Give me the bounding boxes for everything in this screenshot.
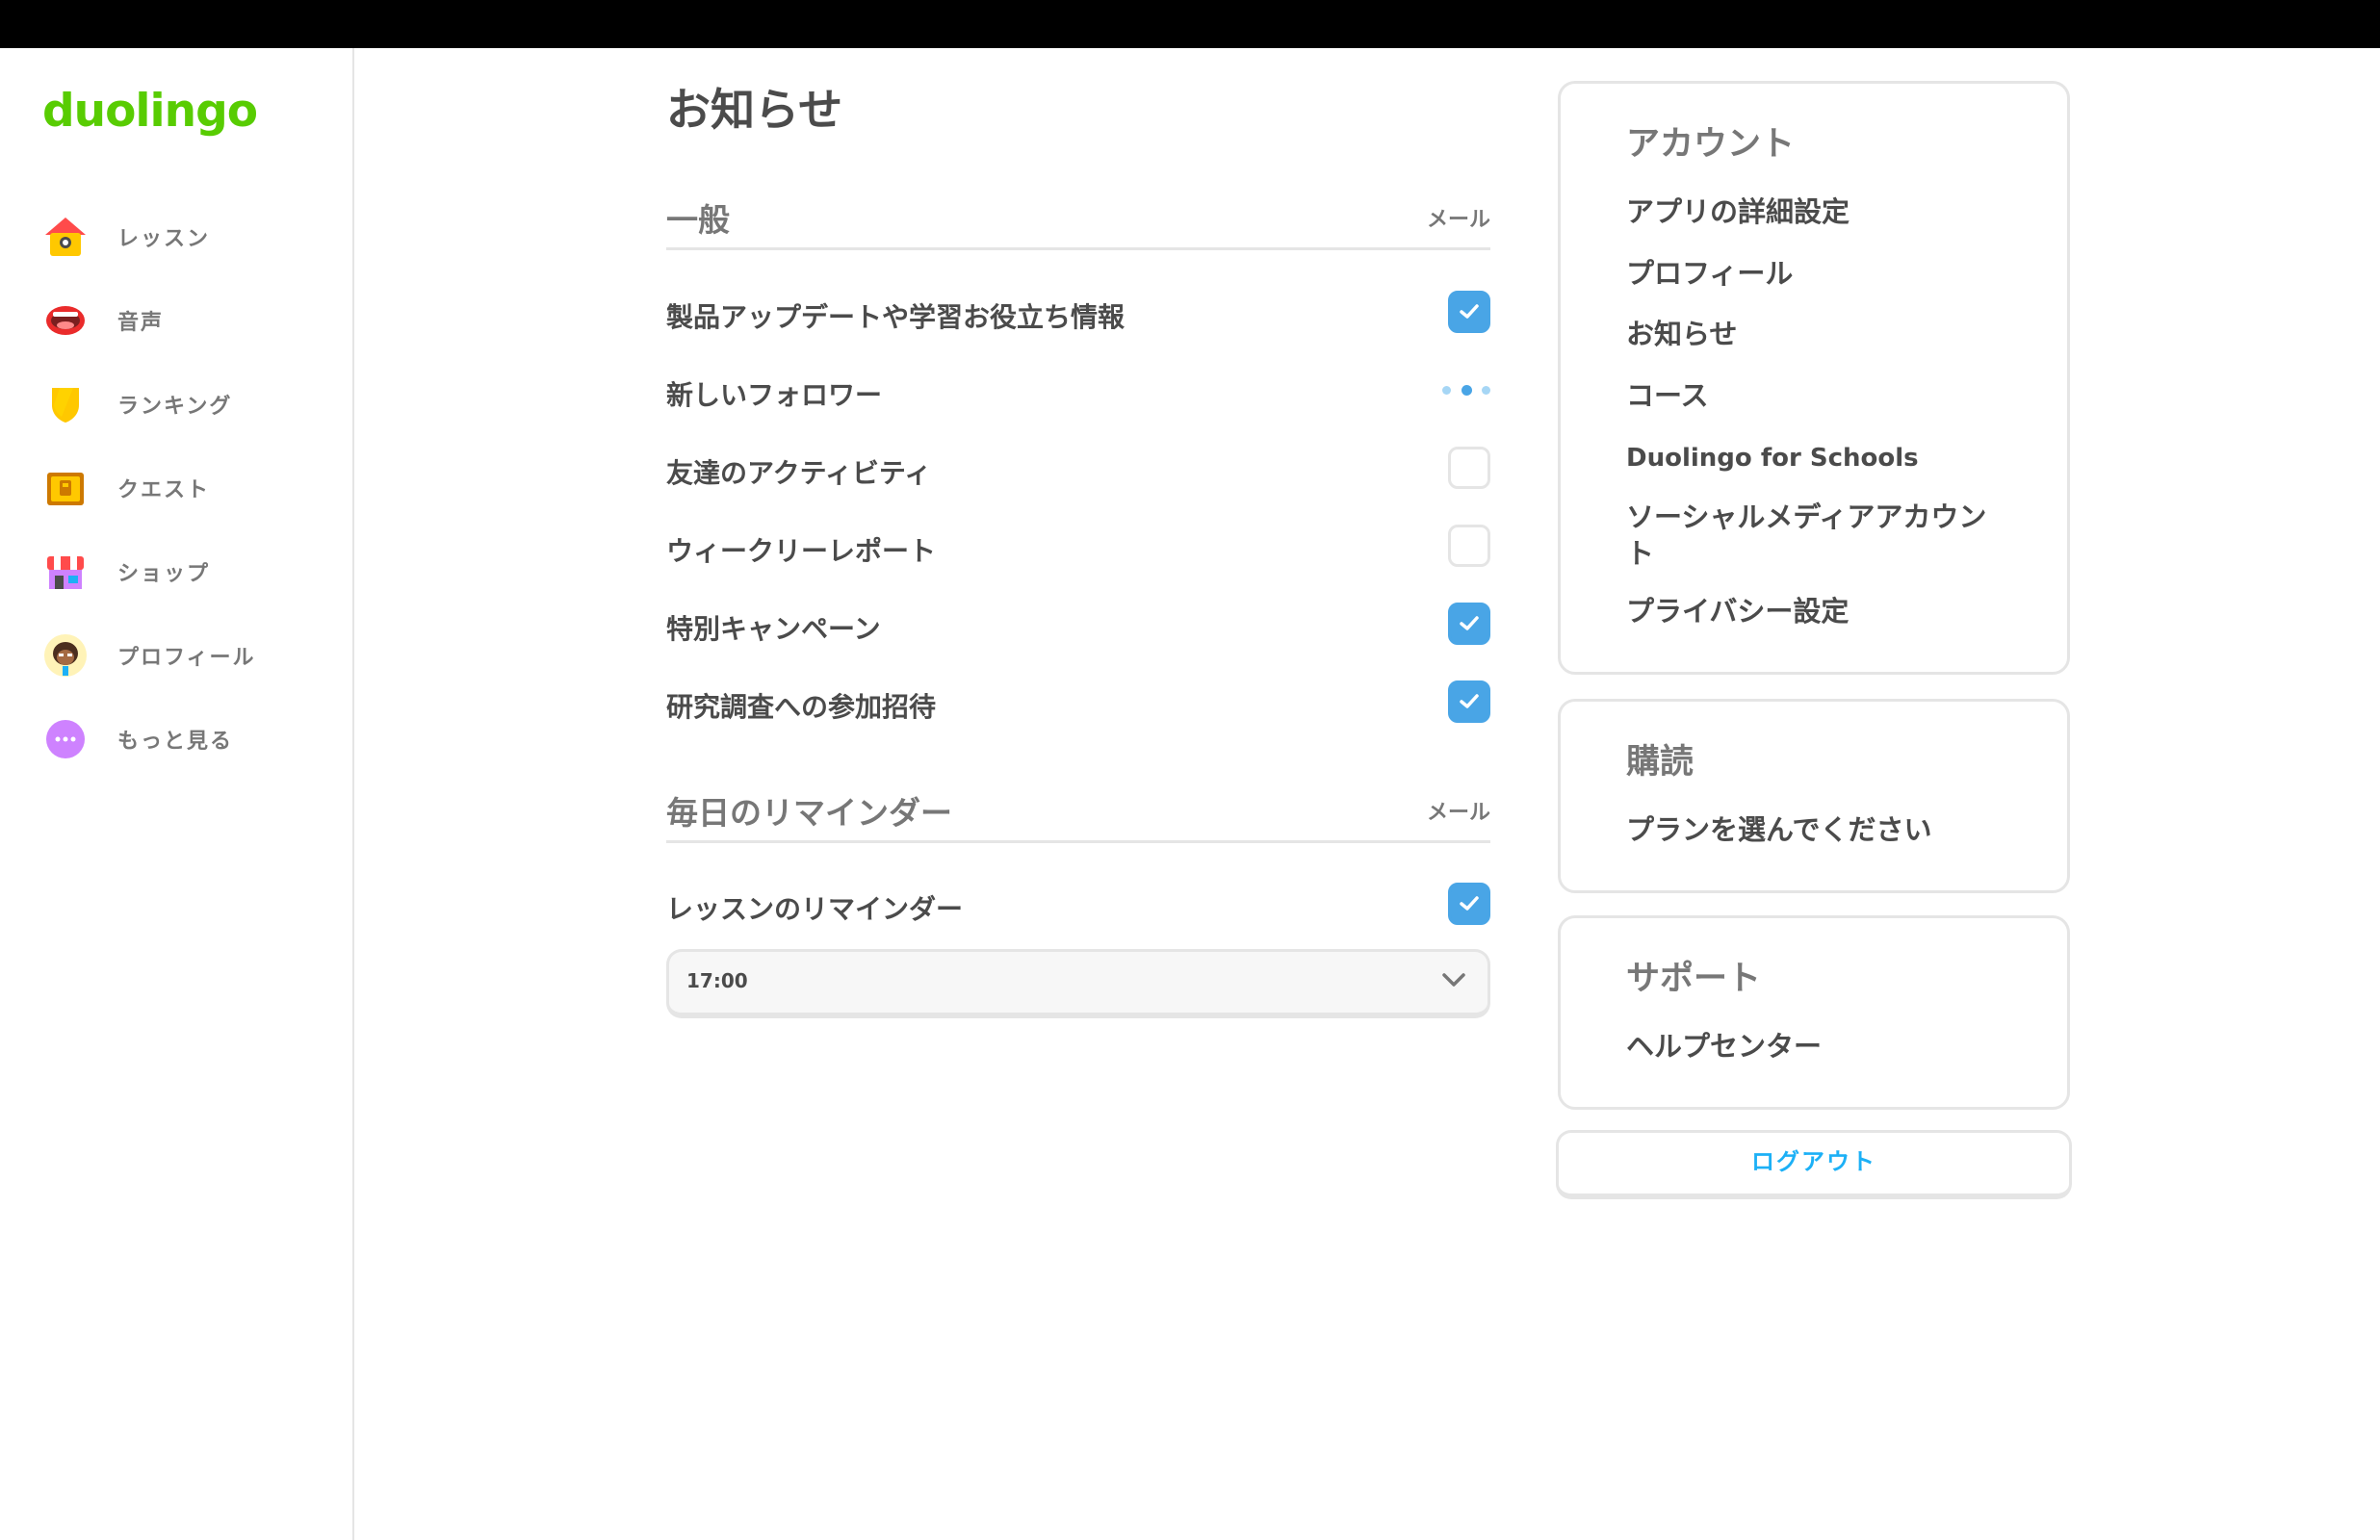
link-course[interactable]: コース <box>1626 377 2011 414</box>
setting-label: 友達のアクティビティ <box>666 457 932 489</box>
setting-row: 新しいフォロワー <box>666 363 1490 417</box>
sidebar-item-voice[interactable]: 音声 <box>42 292 331 349</box>
sidebar-item-ranking[interactable]: ランキング <box>42 375 331 433</box>
email-checkbox[interactable] <box>1448 680 1490 723</box>
sidebar-item-label: クエスト <box>117 478 211 502</box>
setting-label: 研究調査への参加招待 <box>666 691 937 723</box>
general-section-header: 一般 メール <box>666 194 1490 250</box>
setting-row: 特別キャンペーン <box>666 597 1490 651</box>
sidebar-item-label: もっと見る <box>117 730 234 754</box>
sidebar-item-label: レッスン <box>117 227 211 251</box>
sidebar-item-profile[interactable]: プロフィール <box>42 627 331 684</box>
card-title: 購読 <box>1626 743 1694 782</box>
sidebar-item-label: 音声 <box>117 311 165 335</box>
setting-row: 製品アップデートや学習お役立ち情報 <box>666 285 1490 339</box>
email-checkbox[interactable] <box>1448 291 1490 333</box>
page-title: お知らせ <box>666 84 843 136</box>
section-title: 一般 <box>666 201 730 239</box>
setting-label: レッスンのリマインダー <box>666 893 964 925</box>
link-privacy-settings[interactable]: プライバシー設定 <box>1626 593 2011 629</box>
link-help-center[interactable]: ヘルプセンター <box>1626 1028 2011 1065</box>
top-black-bar <box>0 0 2380 48</box>
setting-row: レッスンのリマインダー <box>666 877 1490 931</box>
setting-label: 製品アップデートや学習お役立ち情報 <box>666 301 1125 333</box>
mouth-icon <box>42 297 89 344</box>
card-title: サポート <box>1626 960 1762 998</box>
sidebar-item-more[interactable]: もっと見る <box>42 710 331 768</box>
link-duolingo-for-schools[interactable]: Duolingo for Schools <box>1626 440 2011 476</box>
link-app-settings[interactable]: アプリの詳細設定 <box>1626 193 2011 230</box>
checkmark-icon <box>1460 304 1479 319</box>
setting-row: 友達のアクティビティ <box>666 441 1490 495</box>
email-checkbox[interactable] <box>1448 447 1490 489</box>
sidebar: duolingo レッスン 音声 ランキング クエスト ショップ プロフィール … <box>0 48 354 1540</box>
subscription-card: 購読 プランを選んでください <box>1558 699 2070 893</box>
checkmark-icon <box>1460 694 1479 708</box>
card-title: アカウント <box>1626 125 1796 164</box>
daily-reminder-section-header: 毎日のリマインダー メール <box>666 787 1490 843</box>
sidebar-item-lesson[interactable]: レッスン <box>42 208 331 266</box>
sidebar-item-quest[interactable]: クエスト <box>42 459 331 517</box>
duolingo-logo[interactable]: duolingo <box>42 85 258 138</box>
checkmark-icon <box>1460 616 1479 630</box>
chevron-down-icon <box>1442 973 1465 987</box>
email-checkbox[interactable] <box>1448 603 1490 645</box>
reminder-time-select[interactable]: 17:00 <box>666 949 1490 1018</box>
sidebar-item-label: プロフィール <box>117 646 256 670</box>
setting-row: ウィークリーレポート <box>666 519 1490 573</box>
shield-icon <box>42 381 89 427</box>
setting-row: 研究調査への参加招待 <box>666 675 1490 729</box>
section-title: 毎日のリマインダー <box>666 794 952 832</box>
link-choose-plan[interactable]: プランを選んでください <box>1626 811 2011 848</box>
support-card: サポート ヘルプセンター <box>1558 915 2070 1110</box>
sidebar-item-label: ショップ <box>117 562 211 586</box>
logout-button[interactable]: ログアウト <box>1556 1130 2072 1199</box>
treasure-chest-icon <box>42 465 89 511</box>
checkmark-icon <box>1460 896 1479 911</box>
link-notifications[interactable]: お知らせ <box>1626 316 2011 352</box>
more-icon <box>42 716 89 762</box>
column-label-email: メール <box>1426 208 1490 232</box>
email-checkbox[interactable] <box>1448 525 1490 567</box>
column-label-email: メール <box>1426 801 1490 825</box>
account-card: アカウント アプリの詳細設定 プロフィール お知らせ コース Duolingo … <box>1558 81 2070 675</box>
setting-label: ウィークリーレポート <box>666 535 937 567</box>
link-profile[interactable]: プロフィール <box>1626 255 2011 292</box>
link-social-accounts[interactable]: ソーシャルメディアアカウント <box>1626 499 2011 572</box>
shop-icon <box>42 549 89 595</box>
sidebar-item-shop[interactable]: ショップ <box>42 543 331 601</box>
selected-time: 17:00 <box>686 969 748 992</box>
avatar-icon <box>42 632 89 679</box>
setting-label: 新しいフォロワー <box>666 379 883 411</box>
setting-label: 特別キャンペーン <box>666 613 881 645</box>
house-icon <box>42 214 89 260</box>
sidebar-item-label: ランキング <box>117 395 233 419</box>
email-checkbox[interactable] <box>1448 883 1490 925</box>
loading-indicator <box>1442 384 1490 396</box>
